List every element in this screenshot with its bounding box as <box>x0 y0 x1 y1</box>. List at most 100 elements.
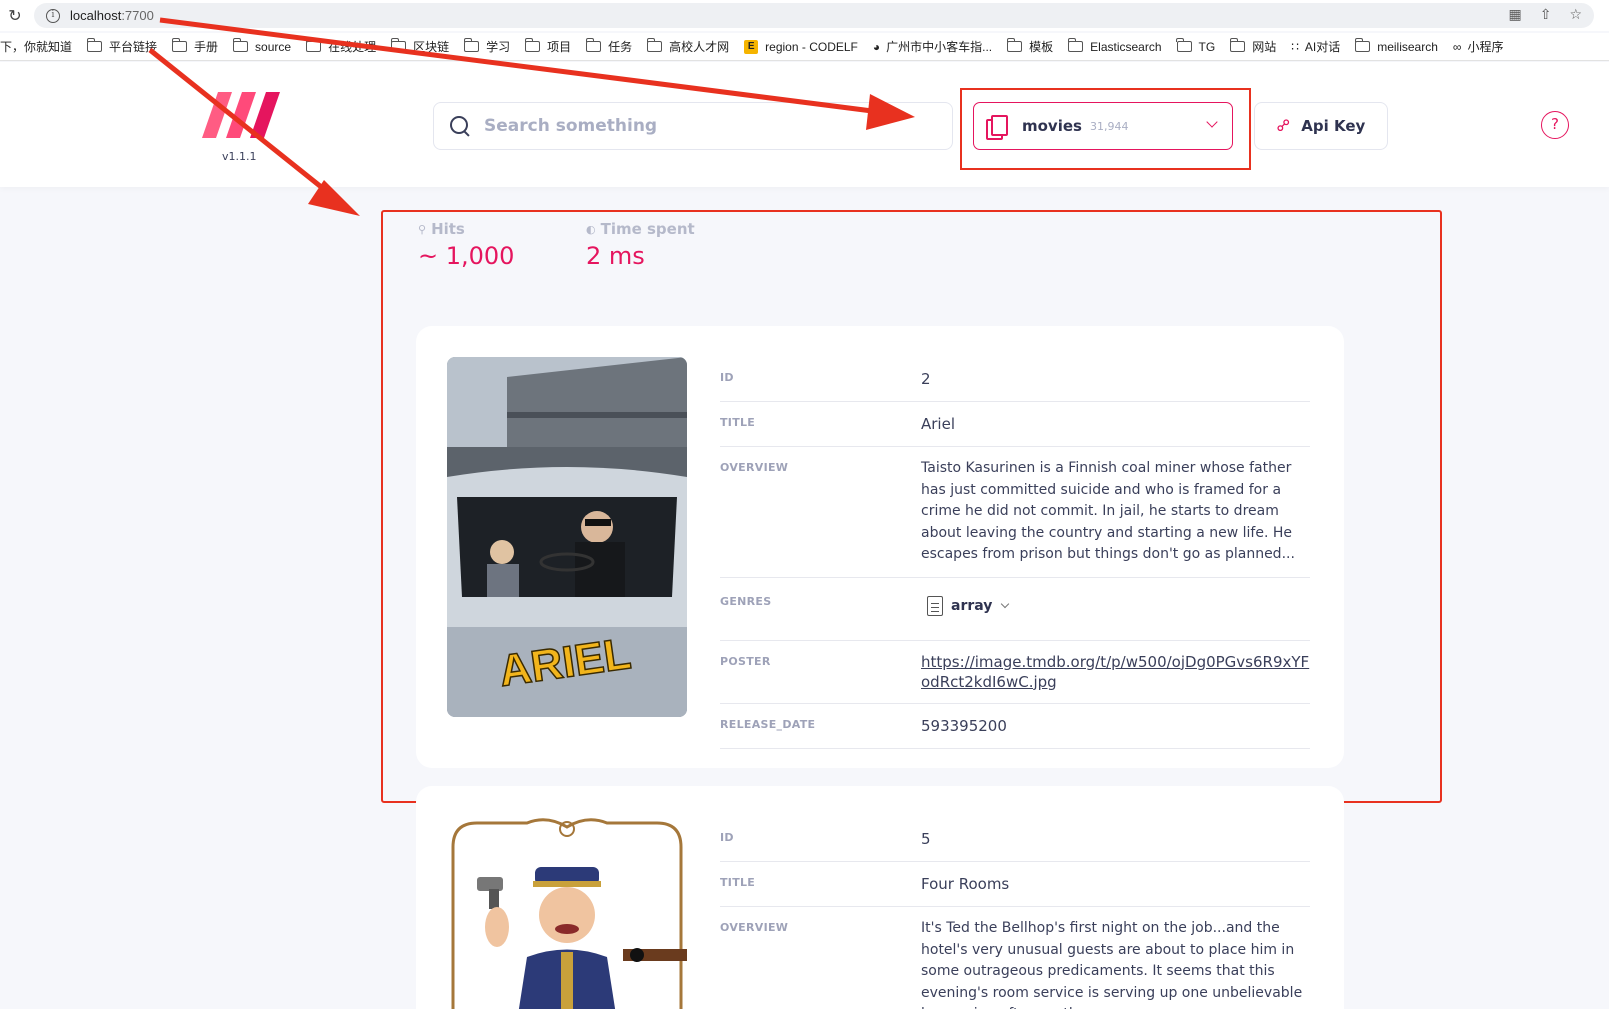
chevron-down-icon <box>1206 116 1218 128</box>
meilisearch-logo[interactable] <box>202 92 280 138</box>
bookmark-label: 学习 <box>486 40 511 54</box>
field-row: ID 2 <box>720 357 1310 402</box>
field-row: ID 5 <box>720 817 1310 862</box>
field-value: It's Ted the Bellhop's first night on th… <box>921 920 1303 1009</box>
field-key: OVERVIEW <box>720 461 789 474</box>
address-bar-actions: ▦ ⇧ ☆ <box>1508 7 1582 23</box>
document-card: ARIEL ID 2 TITLE Ariel OVERVIEW Taisto K… <box>416 326 1344 768</box>
field-value: 593395200 <box>921 716 1007 735</box>
bookmark-label: Elasticsearch <box>1090 39 1162 54</box>
bookmark-label: 项目 <box>547 40 572 54</box>
genres-array-label: array <box>951 597 993 614</box>
bookmark-item[interactable]: 手册 <box>171 38 219 55</box>
field-key: TITLE <box>720 876 756 889</box>
folder-icon <box>1229 38 1246 52</box>
time-label-row: ◐ Time spent <box>586 220 695 238</box>
bookmark-item[interactable]: 在线处理 <box>305 38 376 55</box>
hits-label-row: ⚲ Hits <box>418 220 514 238</box>
poster-link[interactable]: https://image.tmdb.org/t/p/w500/ojDg0PGv… <box>921 652 1310 692</box>
url-host: localhost <box>70 8 122 23</box>
bookmark-item[interactable]: 下，你就知道 <box>0 38 72 55</box>
folder-icon <box>1176 38 1192 52</box>
reload-icon[interactable]: ↻ <box>0 6 30 25</box>
bookmark-item[interactable]: ∷ AI对话 <box>1291 38 1340 55</box>
bookmark-star-icon[interactable]: ☆ <box>1569 7 1582 23</box>
bookmark-label: 下，你就知道 <box>0 40 73 54</box>
search-input[interactable] <box>484 116 904 136</box>
site-info-icon[interactable]: i <box>46 8 60 23</box>
api-key-button[interactable]: ⚯ Api Key <box>1254 102 1388 150</box>
index-selector[interactable]: movies 31,944 <box>973 102 1233 150</box>
bookmark-label: region - CODELF <box>765 39 858 54</box>
bookmark-item[interactable]: 网站 <box>1229 38 1277 55</box>
bookmark-item[interactable]: 学习 <box>463 38 511 55</box>
bookmark-item[interactable]: ◕ 广州市中小客车指... <box>873 38 992 55</box>
bookmark-label: 高校人才网 <box>669 40 730 54</box>
url-port: :7700 <box>121 8 154 23</box>
version-label: v1.1.1 <box>222 150 257 163</box>
field-key: GENRES <box>720 594 772 608</box>
link-icon: ∞ <box>1452 39 1462 54</box>
field-value: 5 <box>921 830 931 848</box>
address-bar[interactable]: i localhost:7700 ▦ ⇧ ☆ <box>34 3 1594 28</box>
bookmark-label: 模板 <box>1029 40 1054 54</box>
bookmark-label: 小程序 <box>1467 40 1504 54</box>
document-fields: ID 5 TITLE Four Rooms OVERVIEW It's Ted … <box>720 817 1310 1009</box>
document-fields: ID 2 TITLE Ariel OVERVIEW Taisto Kasurin… <box>720 357 1310 749</box>
folder-icon <box>86 38 103 52</box>
bookmark-item[interactable]: source <box>232 38 291 54</box>
search-box[interactable] <box>433 102 953 150</box>
field-row: POSTER https://image.tmdb.org/t/p/w500/o… <box>720 641 1310 704</box>
bookmark-label: TG <box>1198 39 1216 54</box>
document-card: ID 5 TITLE Four Rooms OVERVIEW It's Ted … <box>416 786 1344 1009</box>
bookmark-item[interactable]: 项目 <box>524 38 572 55</box>
folder-icon <box>1067 38 1084 52</box>
field-row: RELEASE_DATE 593395200 <box>720 704 1310 749</box>
time-label: Time spent <box>600 220 695 238</box>
field-value: array <box>921 592 1310 622</box>
bookmark-item[interactable]: 平台链接 <box>86 38 157 55</box>
folder-icon <box>1354 38 1371 52</box>
time-value: 2 ms <box>586 242 645 270</box>
bookmark-item[interactable]: meilisearch <box>1354 38 1438 54</box>
bookmark-label: 网站 <box>1252 40 1277 54</box>
bookmark-item[interactable]: 模板 <box>1006 38 1054 55</box>
field-key: ID <box>720 831 734 844</box>
movie-poster-image <box>447 817 687 1009</box>
bookmark-item[interactable]: Eregion - CODELF <box>744 39 858 54</box>
search-icon: ⚲ <box>418 222 427 236</box>
folder-icon <box>171 38 188 52</box>
bookmark-item[interactable]: TG <box>1176 38 1216 54</box>
bookmark-label: 广州市中小客车指... <box>886 40 993 54</box>
field-value: Four Rooms <box>921 875 1010 893</box>
url-text: localhost:7700 <box>70 8 154 23</box>
help-icon[interactable]: ? <box>1541 111 1569 139</box>
folder-icon <box>585 38 602 52</box>
field-value: Taisto Kasurinen is a Finnish coal miner… <box>921 460 1295 562</box>
bookmark-label: 区块链 <box>413 40 450 54</box>
bookmark-item[interactable]: 任务 <box>585 38 632 55</box>
share-icon[interactable]: ⇧ <box>1540 7 1552 23</box>
bookmark-item[interactable]: 高校人才网 <box>646 38 730 55</box>
bookmark-label: meilisearch <box>1377 39 1438 54</box>
movie-poster-image: ARIEL <box>447 357 687 717</box>
ai-dots-icon: ∷ <box>1291 39 1299 54</box>
bookmark-label: 手册 <box>194 40 219 54</box>
app-header: v1.1.1 movies 31,944 ⚯ Api Key ? <box>0 62 1609 187</box>
folder-icon <box>305 38 322 52</box>
codelf-icon: E <box>744 39 759 54</box>
time-stat: ◐ Time spent 2 ms <box>586 220 695 270</box>
field-key: POSTER <box>720 654 771 668</box>
genres-array-toggle[interactable]: array <box>921 592 1014 620</box>
field-row: OVERVIEW Taisto Kasurinen is a Finnish c… <box>720 447 1310 578</box>
hits-label: Hits <box>431 220 465 238</box>
field-value: 2 <box>921 370 931 388</box>
bookmark-item[interactable]: Elasticsearch <box>1067 38 1162 54</box>
bookmark-item[interactable]: ∞ 小程序 <box>1453 38 1504 55</box>
bookmark-item[interactable]: 区块链 <box>390 38 450 55</box>
documents-icon <box>986 115 1008 140</box>
translate-icon[interactable]: ▦ <box>1508 7 1521 23</box>
index-document-count: 31,944 <box>1089 119 1129 133</box>
hits-stat: ⚲ Hits ~ 1,000 <box>418 220 514 270</box>
field-row: TITLE Four Rooms <box>720 862 1310 907</box>
